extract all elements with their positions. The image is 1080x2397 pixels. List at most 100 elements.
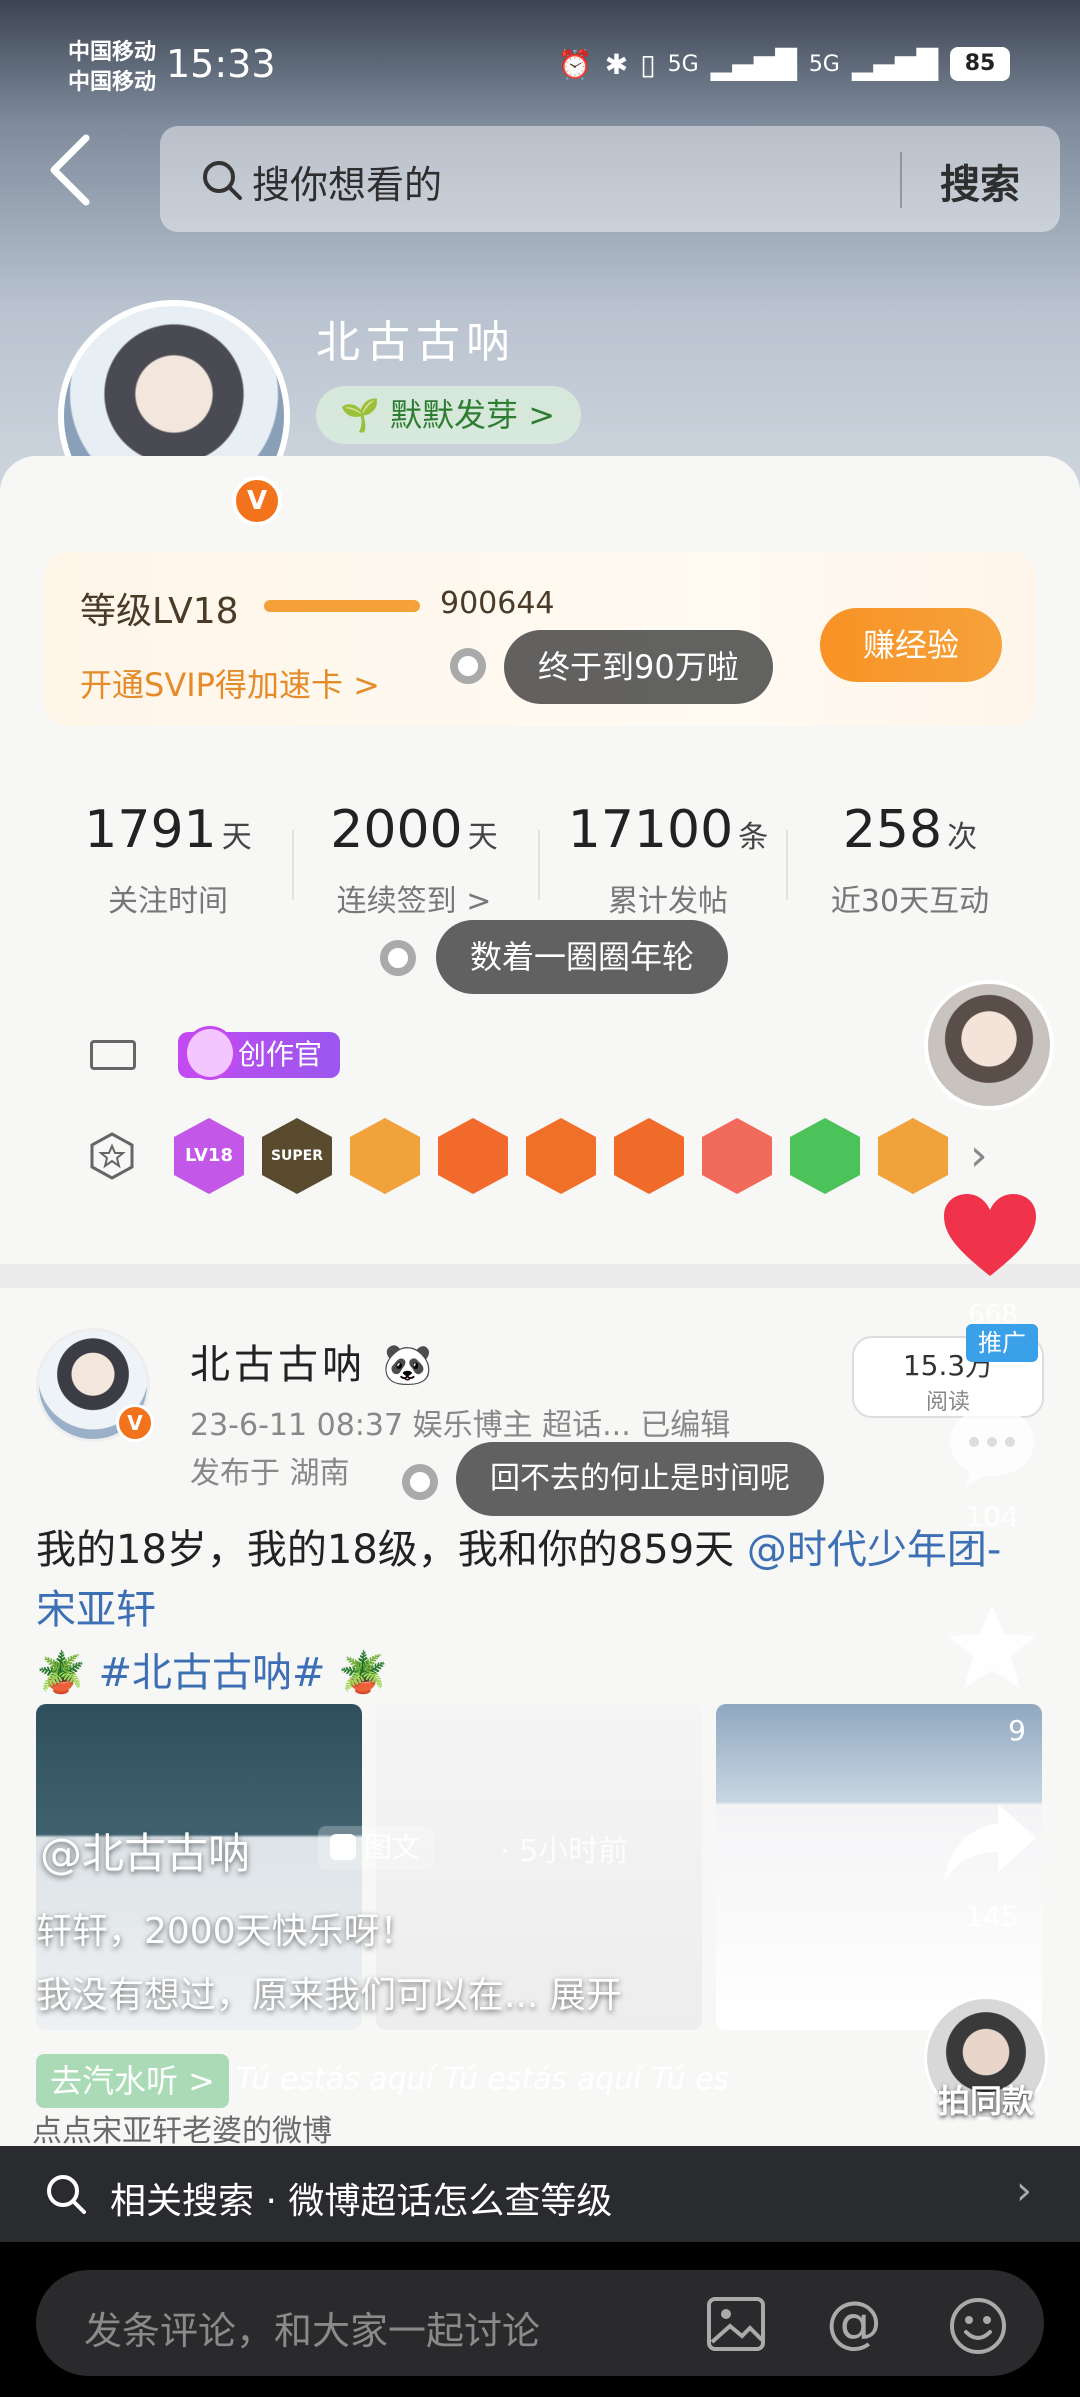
image-count: 9	[1008, 1714, 1026, 1747]
signal-1: 5G	[667, 51, 699, 77]
carrier-2: 中国移动	[68, 70, 157, 95]
verified-badge-icon: V	[116, 1404, 154, 1442]
danmaku-bubble: 回不去的何止是时间呢	[456, 1442, 824, 1516]
signal-2: 5G	[808, 51, 840, 77]
medal-hexagon: SUPER	[262, 1118, 332, 1194]
panda-icon: 🐼	[382, 1342, 437, 1388]
stat-value: 2000	[330, 800, 463, 860]
overlay-caption[interactable]: 轩轩，2000天快乐呀！ 我没有想过，原来我们可以在... 展开	[36, 1900, 896, 2028]
star-icon[interactable]	[944, 1600, 1040, 1692]
search-icon	[203, 161, 242, 200]
stat-value: 258	[842, 800, 943, 860]
danmaku-dot	[450, 648, 486, 684]
signal-bars-icon: ▂▄▆█	[851, 47, 938, 81]
post-meta: 23-6-11 08:37 娱乐博主 超话... 已编辑	[190, 1408, 731, 1443]
medal-hexagon	[438, 1118, 508, 1194]
level-progress-bar	[264, 600, 420, 612]
search-button[interactable]: 搜索	[940, 152, 1020, 210]
medal-badge-icon[interactable]	[614, 1118, 684, 1198]
medal-hexagon	[614, 1118, 684, 1194]
stat-follow-days: 1791 天 关注时间	[38, 800, 298, 920]
alarm-icon: ⏰	[557, 47, 593, 81]
earn-exp-button[interactable]: 赚经验	[820, 608, 1002, 682]
chevron-right-icon: ›	[1016, 2168, 1032, 2214]
stat-unit: 天	[467, 820, 498, 855]
sprout-label: 默默发芽 >	[390, 396, 556, 434]
medal-badge-icon[interactable]: SUPER	[262, 1118, 332, 1198]
medal-badge-icon[interactable]	[790, 1118, 860, 1198]
image-text-icon	[330, 1834, 356, 1860]
medal-hexagon	[350, 1118, 420, 1194]
sprout-status-pill[interactable]: 🌱 默默发芽 >	[316, 386, 582, 444]
creator-avatar[interactable]	[924, 980, 1054, 1110]
comment-icon[interactable]	[944, 1402, 1040, 1492]
topic-link[interactable]: #北古古呐#	[99, 1650, 326, 1696]
stat-checkin-days[interactable]: 2000 天 连续签到 >	[284, 800, 544, 920]
carrier-1: 中国移动	[68, 40, 157, 65]
vibrate-icon: ▯	[640, 47, 656, 81]
source-text: 点点宋亚轩老婆的微博	[32, 2114, 332, 2149]
svip-link[interactable]: 开通SVIP得加速卡 >	[80, 660, 380, 706]
status-bar: 中国移动 中国移动 15:33 ⏰ ✱ ▯ 5G ▂▄▆█ 5G ▂▄▆█ 85	[0, 0, 1080, 130]
comment-input[interactable]: 发条评论，和大家一起讨论 @	[36, 2270, 1044, 2376]
status-icons: ⏰ ✱ ▯ 5G ▂▄▆█ 5G ▂▄▆█ 85	[558, 44, 1010, 84]
post-author-name[interactable]: 北古古呐 🐼	[190, 1332, 437, 1390]
stat-value: 17100	[567, 800, 734, 860]
clock: 15:33	[166, 42, 276, 86]
post-topic-row[interactable]: 🪴 #北古古呐# 🪴	[36, 1640, 388, 1698]
medal-hexagon	[526, 1118, 596, 1194]
caption-line-2: 我没有想过，原来我们可以在... 展开	[36, 1975, 622, 2016]
stat-interactions: 258 次 近30天互动	[780, 800, 1040, 920]
content-type-tag: 图文	[318, 1826, 435, 1870]
search-input[interactable]: 搜你想看的	[252, 154, 442, 209]
danmaku-bubble: 数着一圈圈年轮	[436, 920, 729, 994]
verified-badge-icon: V	[232, 476, 282, 526]
medal-hexagon	[790, 1118, 860, 1194]
medal-badge-icon[interactable]	[702, 1118, 772, 1198]
comment-placeholder: 发条评论，和大家一起讨论	[84, 2309, 541, 2353]
plant-icon: 🪴	[338, 1650, 389, 1696]
danmaku-dot	[402, 1464, 438, 1500]
stat-unit: 天	[221, 820, 252, 855]
related-search-bar[interactable]: 相关搜索 · 微博超话怎么查等级 ›	[0, 2146, 1080, 2242]
heart-icon[interactable]	[940, 1190, 1040, 1280]
search-bar[interactable]: 搜你想看的 搜索	[160, 126, 1060, 232]
medal-badge-icon[interactable]	[878, 1118, 948, 1198]
back-arrow-icon	[50, 134, 90, 206]
search-divider	[900, 152, 902, 208]
share-icon[interactable]	[940, 1798, 1040, 1888]
post-body: 我的18岁，我的18级，我和你的859天 @时代少年团-宋亚轩	[36, 1520, 1016, 1640]
medal-badge-icon[interactable]	[350, 1118, 420, 1198]
music-app-button[interactable]: 去汽水听 >	[36, 2054, 229, 2108]
medal-badge-icon[interactable]	[526, 1118, 596, 1198]
stat-label: 近30天互动	[830, 884, 990, 919]
sprout-icon: 🌱	[340, 396, 380, 434]
stat-value: 1791	[84, 800, 217, 860]
music-title-scroll[interactable]: Tú estás aquí Tú estás aquí Tú es	[236, 2062, 729, 2097]
mention-icon[interactable]: @	[826, 2290, 882, 2355]
caption-line-1: 轩轩，2000天快乐呀！	[36, 1911, 416, 1952]
creator-emblem-icon	[184, 1026, 236, 1080]
emoji-icon[interactable]	[948, 2296, 1008, 2356]
medal-hexagon	[878, 1118, 948, 1194]
id-card-icon	[90, 1040, 136, 1070]
image-icon[interactable]	[706, 2296, 766, 2352]
danmaku-bubble: 终于到90万啦	[504, 630, 773, 704]
medal-badge-icon[interactable]: LV18	[174, 1118, 244, 1198]
chevron-right-icon[interactable]: ›	[970, 1130, 988, 1181]
post-author-text: 北古古呐	[190, 1342, 366, 1388]
medal-badge-icon[interactable]	[438, 1118, 508, 1198]
stat-label: 关注时间	[108, 884, 228, 919]
overlay-author[interactable]: @北古古呐	[40, 1820, 250, 1881]
post-location: 发布于 湖南	[190, 1456, 350, 1491]
related-search-text: 相关搜索 · 微博超话怎么查等级	[110, 2181, 613, 2222]
medal-hexagon: LV18	[174, 1118, 244, 1194]
promo-tag[interactable]: 推广	[966, 1324, 1038, 1362]
search-icon	[47, 2175, 86, 2214]
medal-hexagon	[702, 1118, 772, 1194]
profile-username: 北古古呐	[316, 317, 516, 368]
back-button[interactable]	[40, 130, 100, 210]
comment-bar: 发条评论，和大家一起讨论 @	[0, 2242, 1080, 2397]
signal-bars-icon: ▂▄▆█	[710, 47, 797, 81]
same-style-button[interactable]: 拍同款	[938, 2076, 1034, 2122]
